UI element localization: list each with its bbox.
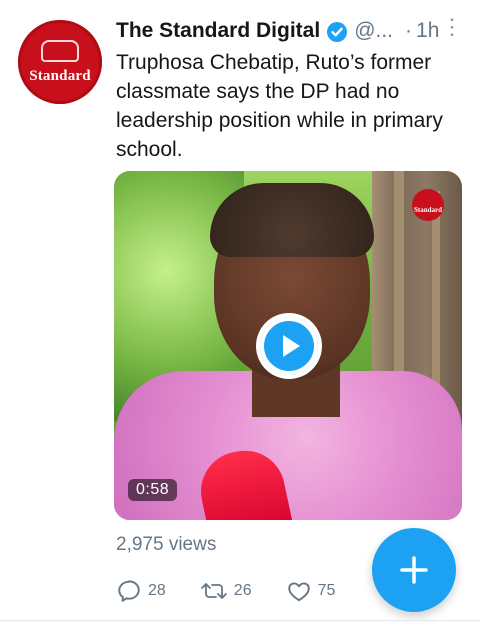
author-name[interactable]: The Standard Digital <box>116 16 320 46</box>
play-icon <box>283 335 300 357</box>
compose-plus-icon <box>400 556 428 584</box>
video-person-hair <box>210 183 374 257</box>
tweet-time[interactable]: 1h <box>416 16 439 46</box>
video-watermark: Standard <box>412 189 444 221</box>
video-duration: 0:58 <box>128 479 178 501</box>
tweet-text: Truphosa Chebatip, Ruto’s former classma… <box>116 51 443 161</box>
reply-count: 28 <box>148 582 166 599</box>
view-count: 2,975 views <box>116 534 217 555</box>
compose-tweet-button[interactable] <box>372 528 456 612</box>
avatar[interactable]: Standard <box>18 20 102 104</box>
tweet-divider <box>0 620 480 621</box>
avatar-brand-text: Standard <box>29 67 91 84</box>
separator-dot: · <box>405 19 413 42</box>
retweet-count: 26 <box>233 582 252 599</box>
like-count: 75 <box>317 582 336 599</box>
video-player[interactable]: Standard 0:58 <box>114 171 462 520</box>
tweet-header: The Standard Digital @... · 1h ⋮ <box>116 16 463 46</box>
reply-icon <box>118 580 140 602</box>
retweet-button[interactable]: 26 <box>200 578 252 604</box>
tweet-actions: 28 26 75 <box>116 576 369 606</box>
author-handle[interactable]: @... <box>354 16 393 46</box>
like-button[interactable]: 75 <box>286 578 336 604</box>
more-icon[interactable]: ⋮ <box>441 16 463 38</box>
reply-button[interactable]: 28 <box>116 578 166 604</box>
play-button[interactable] <box>260 317 318 375</box>
retweet-icon <box>200 583 227 599</box>
like-icon <box>287 582 310 602</box>
crest-icon <box>41 39 79 62</box>
verified-icon <box>327 21 348 42</box>
